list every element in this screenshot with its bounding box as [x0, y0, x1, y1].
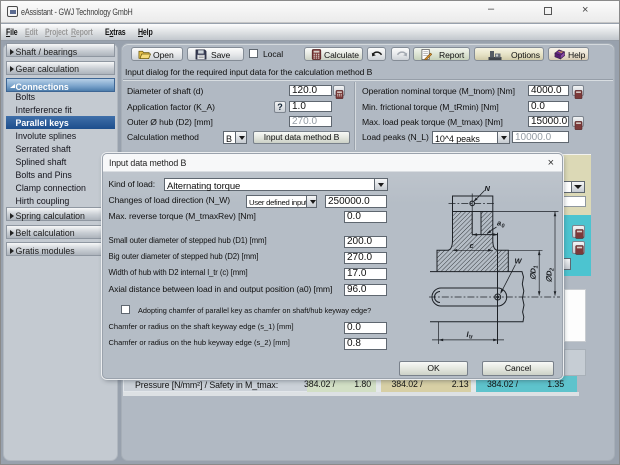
svg-text:1: 1 — [534, 265, 540, 268]
svg-text:N: N — [485, 184, 491, 193]
svg-text:2: 2 — [550, 268, 556, 272]
svg-text:0: 0 — [502, 224, 505, 230]
svg-text:W: W — [515, 257, 523, 266]
